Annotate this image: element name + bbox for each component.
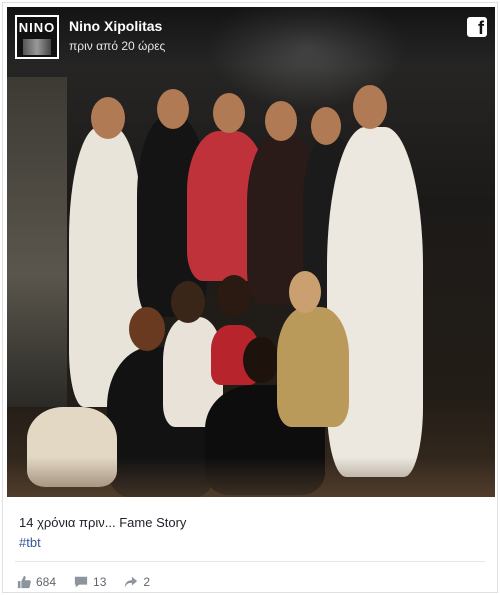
thumbs-up-icon bbox=[17, 575, 31, 589]
facebook-icon[interactable]: f bbox=[467, 17, 487, 38]
comments-count: 13 bbox=[93, 575, 107, 589]
person-head bbox=[243, 337, 279, 383]
person-head bbox=[289, 271, 321, 313]
post-card: NINO Nino Xipolitas πριν από 20 ώρες f 1… bbox=[2, 2, 498, 593]
person-head bbox=[353, 85, 387, 129]
person-silhouette bbox=[277, 307, 349, 427]
divider bbox=[15, 561, 485, 562]
post-timestamp[interactable]: πριν από 20 ώρες bbox=[69, 39, 165, 53]
person-head bbox=[213, 93, 245, 133]
avatar-logo-text: NINO bbox=[18, 20, 56, 35]
photo-header-overlay bbox=[7, 7, 495, 67]
share-icon bbox=[125, 576, 138, 588]
likes-count: 684 bbox=[36, 575, 57, 589]
person-head bbox=[311, 107, 341, 145]
post-caption: 14 χρόνια πριν... Fame Story bbox=[19, 515, 187, 530]
person-silhouette bbox=[27, 407, 117, 487]
avatar-image bbox=[23, 39, 51, 55]
post-photo[interactable]: NINO Nino Xipolitas πριν από 20 ώρες f bbox=[7, 7, 495, 497]
person-head bbox=[157, 89, 189, 129]
shares-stat[interactable]: 2 bbox=[124, 575, 150, 589]
comments-stat[interactable]: 13 bbox=[74, 575, 106, 589]
author-name[interactable]: Nino Xipolitas bbox=[69, 18, 162, 34]
author-avatar[interactable]: NINO bbox=[15, 15, 59, 59]
person-head bbox=[91, 97, 125, 139]
person-silhouette bbox=[327, 127, 423, 477]
post-stats: 684 13 2 bbox=[17, 573, 168, 591]
person-head bbox=[171, 281, 205, 323]
hashtag-link[interactable]: #tbt bbox=[19, 535, 41, 550]
comment-icon bbox=[74, 576, 88, 588]
shares-count: 2 bbox=[143, 575, 151, 589]
person-head bbox=[265, 101, 297, 141]
person-head bbox=[217, 275, 251, 317]
person-head bbox=[129, 307, 165, 351]
likes-stat[interactable]: 684 bbox=[17, 575, 56, 589]
